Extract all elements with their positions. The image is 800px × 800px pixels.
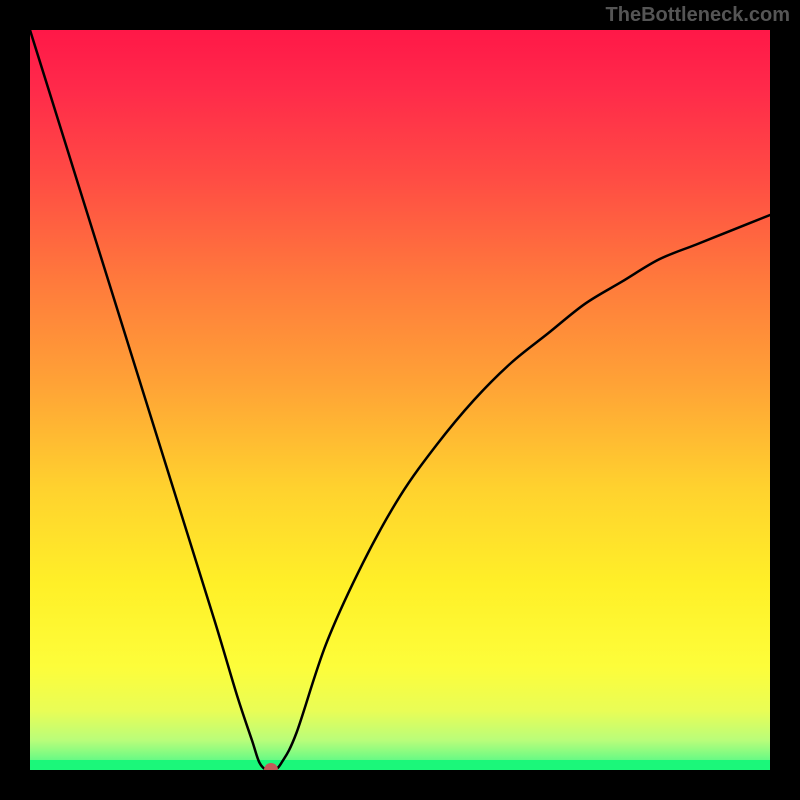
chart-frame: TheBottleneck.com — [0, 0, 800, 800]
plot-area — [30, 30, 770, 770]
watermark-text: TheBottleneck.com — [606, 4, 790, 27]
minimum-marker — [264, 763, 278, 770]
bottleneck-curve — [30, 30, 770, 770]
